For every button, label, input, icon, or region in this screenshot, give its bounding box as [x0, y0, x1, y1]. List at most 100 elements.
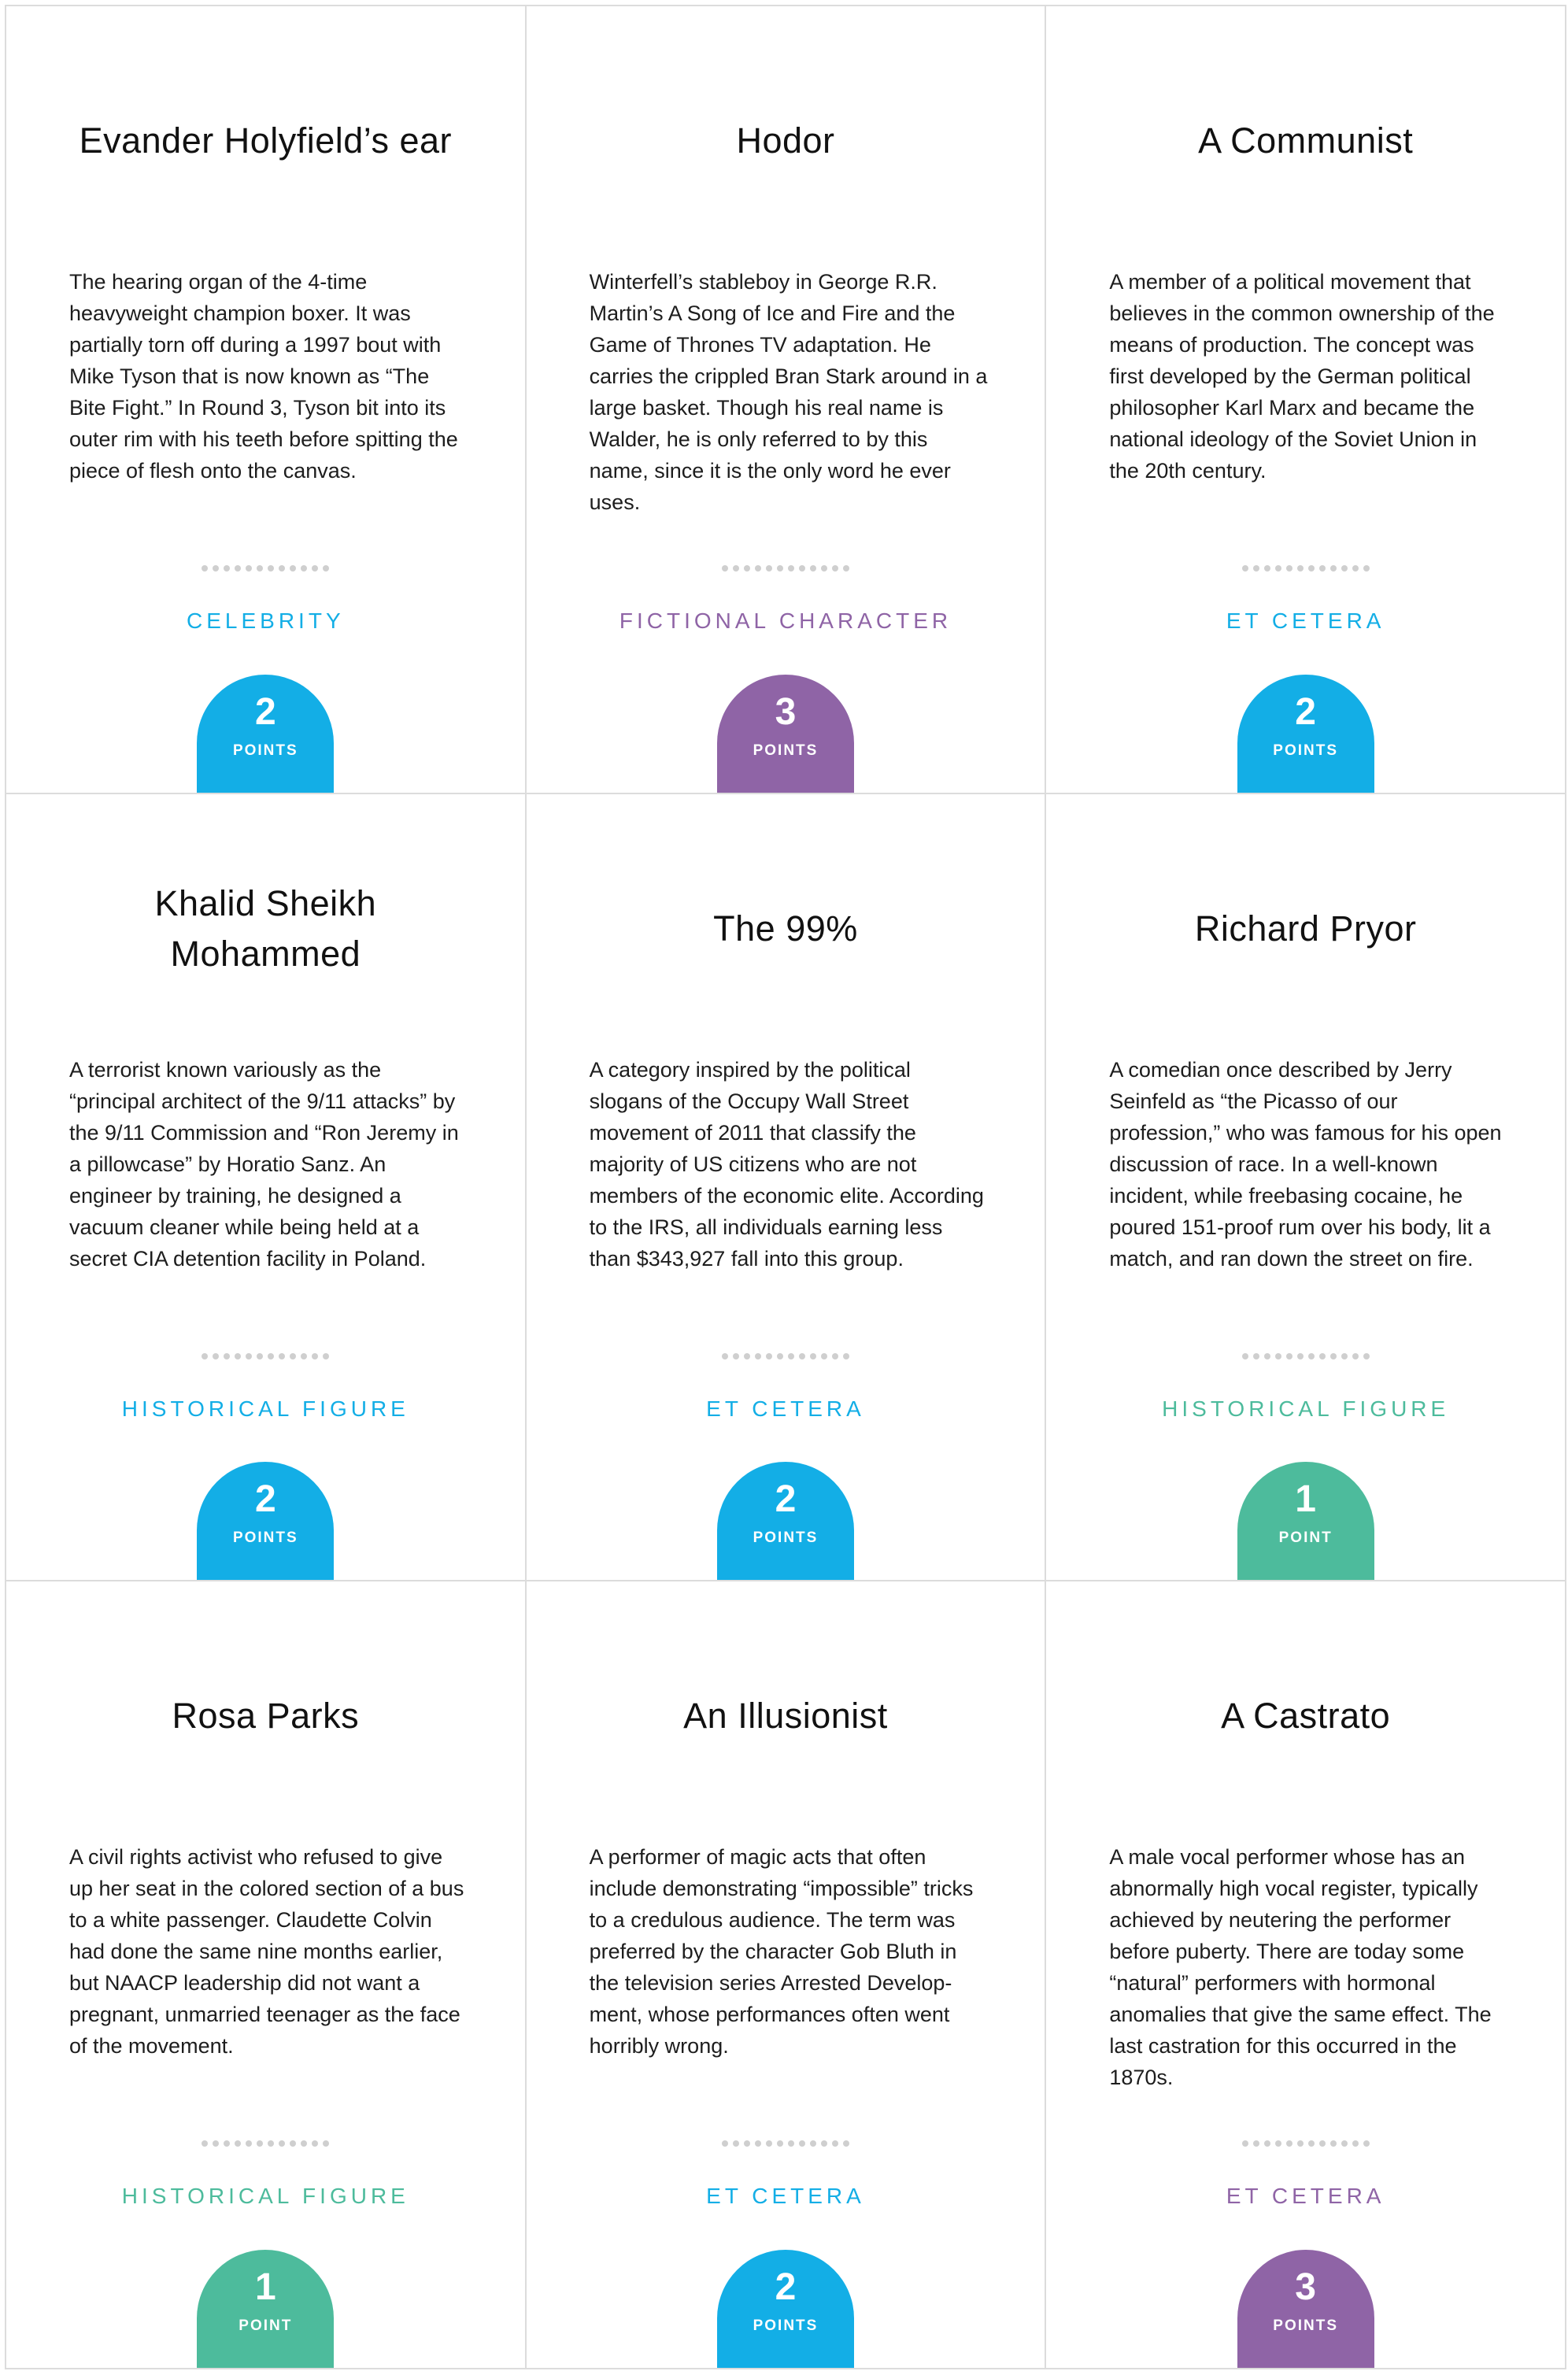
points-label: POINTS [232, 1529, 298, 1547]
card-category: FICTIONAL CHARACTER [619, 608, 952, 633]
divider-dot [235, 1352, 242, 1359]
points-badge: 2 POINTS [716, 2250, 854, 2368]
points-label: POINTS [753, 2317, 819, 2334]
card-description: The hearing organ of the 4-time heavywei… [69, 270, 458, 483]
divider-dot [1329, 2140, 1337, 2147]
points-value: 1 [1295, 1478, 1316, 1521]
divider-dot [323, 565, 330, 571]
divider-dot [1263, 1352, 1270, 1359]
points-label: POINT [239, 2317, 293, 2334]
card-grid: Evander Holyfield’s ear The hearing orga… [5, 5, 1566, 2369]
divider-dot [1318, 1352, 1326, 1359]
dot-divider [202, 1352, 330, 1359]
divider-dot [279, 2140, 286, 2147]
points-value: 3 [1295, 2266, 1316, 2308]
divider-dot [831, 565, 838, 571]
divider-dot [1363, 565, 1370, 571]
divider-dot [202, 1352, 209, 1359]
divider-dot [765, 1352, 772, 1359]
divider-dot [301, 1352, 308, 1359]
divider-dot [290, 565, 297, 571]
divider-dot [312, 565, 319, 571]
divider-dot [1307, 565, 1315, 571]
divider-dot [721, 565, 728, 571]
divider-dot [1307, 2140, 1315, 2147]
divider-dot [842, 2140, 849, 2147]
divider-dot [257, 565, 264, 571]
divider-dot [787, 2140, 794, 2147]
divider-dot [1241, 1352, 1248, 1359]
dot-divider [721, 1352, 849, 1359]
divider-dot [1318, 565, 1326, 571]
divider-dot [1341, 565, 1348, 571]
card-title: A Communist [1198, 120, 1414, 161]
divider-dot [820, 2140, 827, 2147]
divider-dot [213, 565, 220, 571]
divider-dot [224, 1352, 231, 1359]
divider-dot [820, 1352, 827, 1359]
card-category: HISTORICAL FIGURE [121, 1396, 409, 1421]
divider-dot [842, 565, 849, 571]
points-badge: 2 POINTS [716, 1462, 854, 1581]
card-category: HISTORICAL FIGURE [121, 2184, 409, 2209]
divider-dot [290, 2140, 297, 2147]
divider-dot [754, 2140, 761, 2147]
dot-divider [202, 565, 330, 571]
points-badge: 2 POINTS [197, 1462, 335, 1581]
divider-dot [754, 1352, 761, 1359]
divider-dot [1363, 2140, 1370, 2147]
divider-dot [776, 2140, 783, 2147]
card-category: ET CETERA [706, 2184, 865, 2209]
card-title: Hodor [736, 120, 835, 161]
card: An Illusionist A performer of magic acts… [526, 1581, 1047, 2369]
divider-dot [312, 1352, 319, 1359]
points-value: 2 [254, 1478, 276, 1521]
points-label: POINTS [1273, 742, 1339, 759]
divider-dot [235, 565, 242, 571]
divider-dot [743, 1352, 750, 1359]
divider-dot [765, 565, 772, 571]
divider-dot [787, 1352, 794, 1359]
divider-dot [1341, 1352, 1348, 1359]
divider-dot [831, 1352, 838, 1359]
dot-divider [721, 565, 849, 571]
divider-dot [1263, 565, 1270, 571]
dot-divider [1241, 2140, 1370, 2147]
divider-dot [268, 1352, 275, 1359]
card: Khalid Sheikh Mohammed A terrorist known… [6, 793, 527, 1582]
card-category: HISTORICAL FIGURE [1162, 1396, 1450, 1421]
card-description: A terrorist known variously as the “prin… [69, 1057, 459, 1271]
divider-dot [1252, 1352, 1259, 1359]
divider-dot [776, 1352, 783, 1359]
divider-dot [213, 2140, 220, 2147]
divider-dot [224, 565, 231, 571]
card: A Communist A member of a political move… [1046, 6, 1566, 794]
divider-dot [290, 1352, 297, 1359]
divider-dot [301, 2140, 308, 2147]
card-title: Khalid Sheikh Mohammed [154, 882, 377, 974]
points-label: POINTS [232, 742, 298, 759]
divider-dot [1296, 565, 1304, 571]
divider-dot [1352, 565, 1359, 571]
divider-dot [1263, 2140, 1270, 2147]
points-value: 1 [254, 2266, 276, 2308]
divider-dot [1274, 2140, 1281, 2147]
card-category: CELEBRITY [187, 608, 345, 633]
card-title: Richard Pryor [1194, 908, 1417, 949]
divider-dot [798, 2140, 805, 2147]
card: Hodor Winterfell’s stableboy in George R… [526, 6, 1047, 794]
divider-dot [1296, 2140, 1304, 2147]
divider-dot [1285, 1352, 1292, 1359]
divider-dot [323, 2140, 330, 2147]
card-description: Winterfell’s stableboy in George R.R. Ma… [589, 270, 988, 514]
divider-dot [754, 565, 761, 571]
card-category: ET CETERA [1226, 2184, 1385, 2209]
divider-dot [268, 565, 275, 571]
card: A Castrato A male vocal performer whose … [1046, 1581, 1566, 2369]
points-badge: 3 POINTS [1237, 2250, 1374, 2368]
divider-dot [1241, 565, 1248, 571]
divider-dot [798, 1352, 805, 1359]
divider-dot [798, 565, 805, 571]
divider-dot [831, 2140, 838, 2147]
points-label: POINTS [753, 742, 819, 759]
